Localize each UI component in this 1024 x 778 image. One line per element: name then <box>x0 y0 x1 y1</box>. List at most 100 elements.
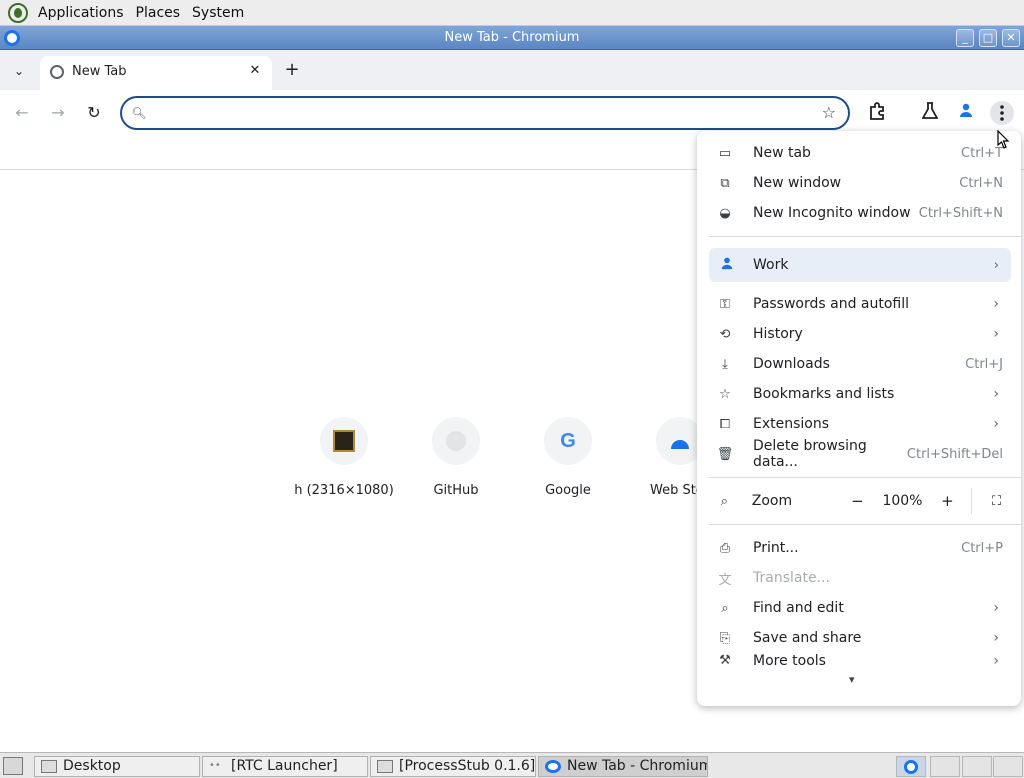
zoom-level: 100% <box>882 493 923 509</box>
chevron-right-icon: › <box>993 653 999 667</box>
menu-item-new-incognito[interactable]: ◒ New Incognito window Ctrl+Shift+N <box>697 198 1021 228</box>
folder-icon <box>41 760 57 773</box>
places-menu[interactable]: Places <box>130 5 187 21</box>
menu-item-print[interactable]: ⎙ Print... Ctrl+P <box>697 533 1021 563</box>
minimize-button[interactable]: _ <box>956 29 974 47</box>
chevron-right-icon: › <box>993 416 999 432</box>
taskbar-item-rtc-launcher[interactable]: •• [RTC Launcher] <box>202 756 368 777</box>
menu-separator <box>709 236 1021 237</box>
chevron-right-icon: › <box>993 296 999 312</box>
tab-close-icon[interactable]: ✕ <box>246 62 264 80</box>
mouse-cursor-icon <box>997 130 1010 149</box>
shortcut-label: Google <box>545 483 591 498</box>
puzzle-icon: ⧠ <box>719 416 731 432</box>
google-icon: G <box>544 417 592 465</box>
menu-item-downloads[interactable]: ⤓ Downloads Ctrl+J <box>697 349 1021 379</box>
extensions-puzzle-icon[interactable] <box>866 102 888 124</box>
menu-item-extensions[interactable]: ⧠ Extensions › <box>697 409 1021 439</box>
omnibox[interactable]: 🔍︎ ☆ <box>120 96 850 130</box>
menu-scroll-down-icon[interactable]: ▾ <box>849 673 855 686</box>
menu-item-passwords[interactable]: ⚿ Passwords and autofill › <box>697 289 1021 319</box>
printer-icon: ⎙ <box>719 540 731 556</box>
github-icon <box>432 417 480 465</box>
menu-item-zoom: ⌕ Zoom − 100% + ⛶ <box>697 486 1021 516</box>
back-button[interactable]: ← <box>11 102 33 124</box>
app-menu: ▭ New tab Ctrl+T ⧉ New window Ctrl+N ◒ N… <box>697 131 1021 706</box>
shortcut-tile[interactable]: Web Sto <box>624 417 704 498</box>
tab-title: New Tab <box>72 64 127 79</box>
workspace-2-button[interactable] <box>930 756 960 777</box>
app-icon <box>377 760 393 773</box>
new-tab-icon: ▭ <box>718 145 732 161</box>
window-title: New Tab - Chromium <box>444 30 580 45</box>
browser-toolbar: ← → ↻ 🔍︎ ☆ <box>0 90 1024 136</box>
globe-icon <box>50 65 64 79</box>
trash-icon: 🗑︎ <box>716 446 734 462</box>
system-menu[interactable]: System <box>186 5 250 21</box>
workspace-1-button[interactable] <box>896 756 926 777</box>
workspace-4-button[interactable] <box>993 756 1023 777</box>
menu-item-find-and-edit[interactable]: ⌕ Find and edit › <box>697 593 1021 623</box>
zoom-magnifier-icon: ⌕ <box>720 493 729 509</box>
close-window-button[interactable]: ✕ <box>1002 29 1020 47</box>
person-icon <box>709 256 745 274</box>
reload-button[interactable]: ↻ <box>83 102 105 124</box>
menu-item-save-and-share[interactable]: ⎘ Save and share › <box>697 623 1021 653</box>
zoom-in-button[interactable]: + <box>934 492 961 510</box>
incognito-icon: ◒ <box>719 205 731 221</box>
search-icon: 🔍︎ <box>131 106 147 120</box>
new-window-icon: ⧉ <box>720 175 730 191</box>
profile-avatar-icon[interactable] <box>955 102 977 124</box>
menu-item-bookmarks[interactable]: ☆ Bookmarks and lists › <box>697 379 1021 409</box>
tab-new-tab[interactable]: New Tab ✕ <box>40 56 272 90</box>
menu-item-history[interactable]: ⟲ History › <box>697 319 1021 349</box>
workspace-3-button[interactable] <box>962 756 992 777</box>
taskbar: Desktop •• [RTC Launcher] [ProcessStub 0… <box>0 752 1024 778</box>
save-share-icon: ⎘ <box>719 630 731 646</box>
applications-menu[interactable]: Applications <box>32 5 130 21</box>
chromium-icon <box>545 760 561 773</box>
shortcut-thumbnail-icon <box>320 417 368 465</box>
taskbar-item-chromium[interactable]: New Tab - Chromium <box>538 756 708 777</box>
new-tab-button[interactable]: + <box>282 60 302 80</box>
address-input[interactable] <box>154 102 794 124</box>
shortcut-label: h (2316×1080) <box>294 483 394 498</box>
app-menu-kebab-icon[interactable] <box>990 101 1014 125</box>
shortcut-tile[interactable]: h (2316×1080) <box>288 417 400 498</box>
window-titlebar[interactable]: New Tab - Chromium _ □ ✕ <box>0 26 1024 50</box>
labs-flask-icon[interactable] <box>919 102 941 124</box>
taskbar-item-processstub[interactable]: [ProcessStub 0.1.6] <box>370 756 536 777</box>
app-icon: •• <box>209 760 221 771</box>
menu-separator <box>709 524 1021 525</box>
zoom-out-button[interactable]: − <box>844 492 871 510</box>
chevron-right-icon: › <box>993 630 999 646</box>
find-page-icon: ⌕ <box>721 600 729 616</box>
shortcut-tile[interactable]: GitHub <box>400 417 512 498</box>
top-panel: Applications Places System <box>0 0 1024 26</box>
tab-strip: ⌄ New Tab ✕ + <box>0 50 1024 90</box>
shortcut-label: GitHub <box>433 483 479 498</box>
menu-item-new-tab[interactable]: ▭ New tab Ctrl+T <box>697 138 1021 168</box>
menu-item-profile-work[interactable]: Work › <box>709 248 1011 282</box>
maximize-button[interactable]: □ <box>979 29 997 47</box>
forward-button[interactable]: → <box>47 102 69 124</box>
fullscreen-icon[interactable]: ⛶ <box>972 494 1021 509</box>
distro-logo-icon[interactable] <box>8 2 28 23</box>
menu-item-more-tools[interactable]: ⚒ More tools › <box>697 653 1021 667</box>
menu-item-translate: 文 Translate... <box>697 563 1021 593</box>
download-icon: ⤓ <box>722 356 728 372</box>
chevron-right-icon: › <box>993 326 999 342</box>
taskbar-item-desktop[interactable]: Desktop <box>34 756 200 777</box>
chevron-right-icon: › <box>993 386 999 402</box>
tab-search-button[interactable]: ⌄ <box>9 61 29 81</box>
key-icon: ⚿ <box>720 296 730 312</box>
menu-item-delete-browsing-data[interactable]: 🗑︎ Delete browsing data... Ctrl+Shift+De… <box>697 438 1021 470</box>
shortcut-label: Web Sto <box>650 483 698 498</box>
menu-item-new-window[interactable]: ⧉ New window Ctrl+N <box>697 168 1021 198</box>
chevron-right-icon: › <box>993 600 999 616</box>
star-icon: ☆ <box>719 386 731 402</box>
shortcut-tile[interactable]: G Google <box>512 417 624 498</box>
chevron-right-icon: › <box>993 257 999 273</box>
show-desktop-icon[interactable] <box>3 757 23 775</box>
bookmark-star-icon[interactable]: ☆ <box>822 103 836 122</box>
